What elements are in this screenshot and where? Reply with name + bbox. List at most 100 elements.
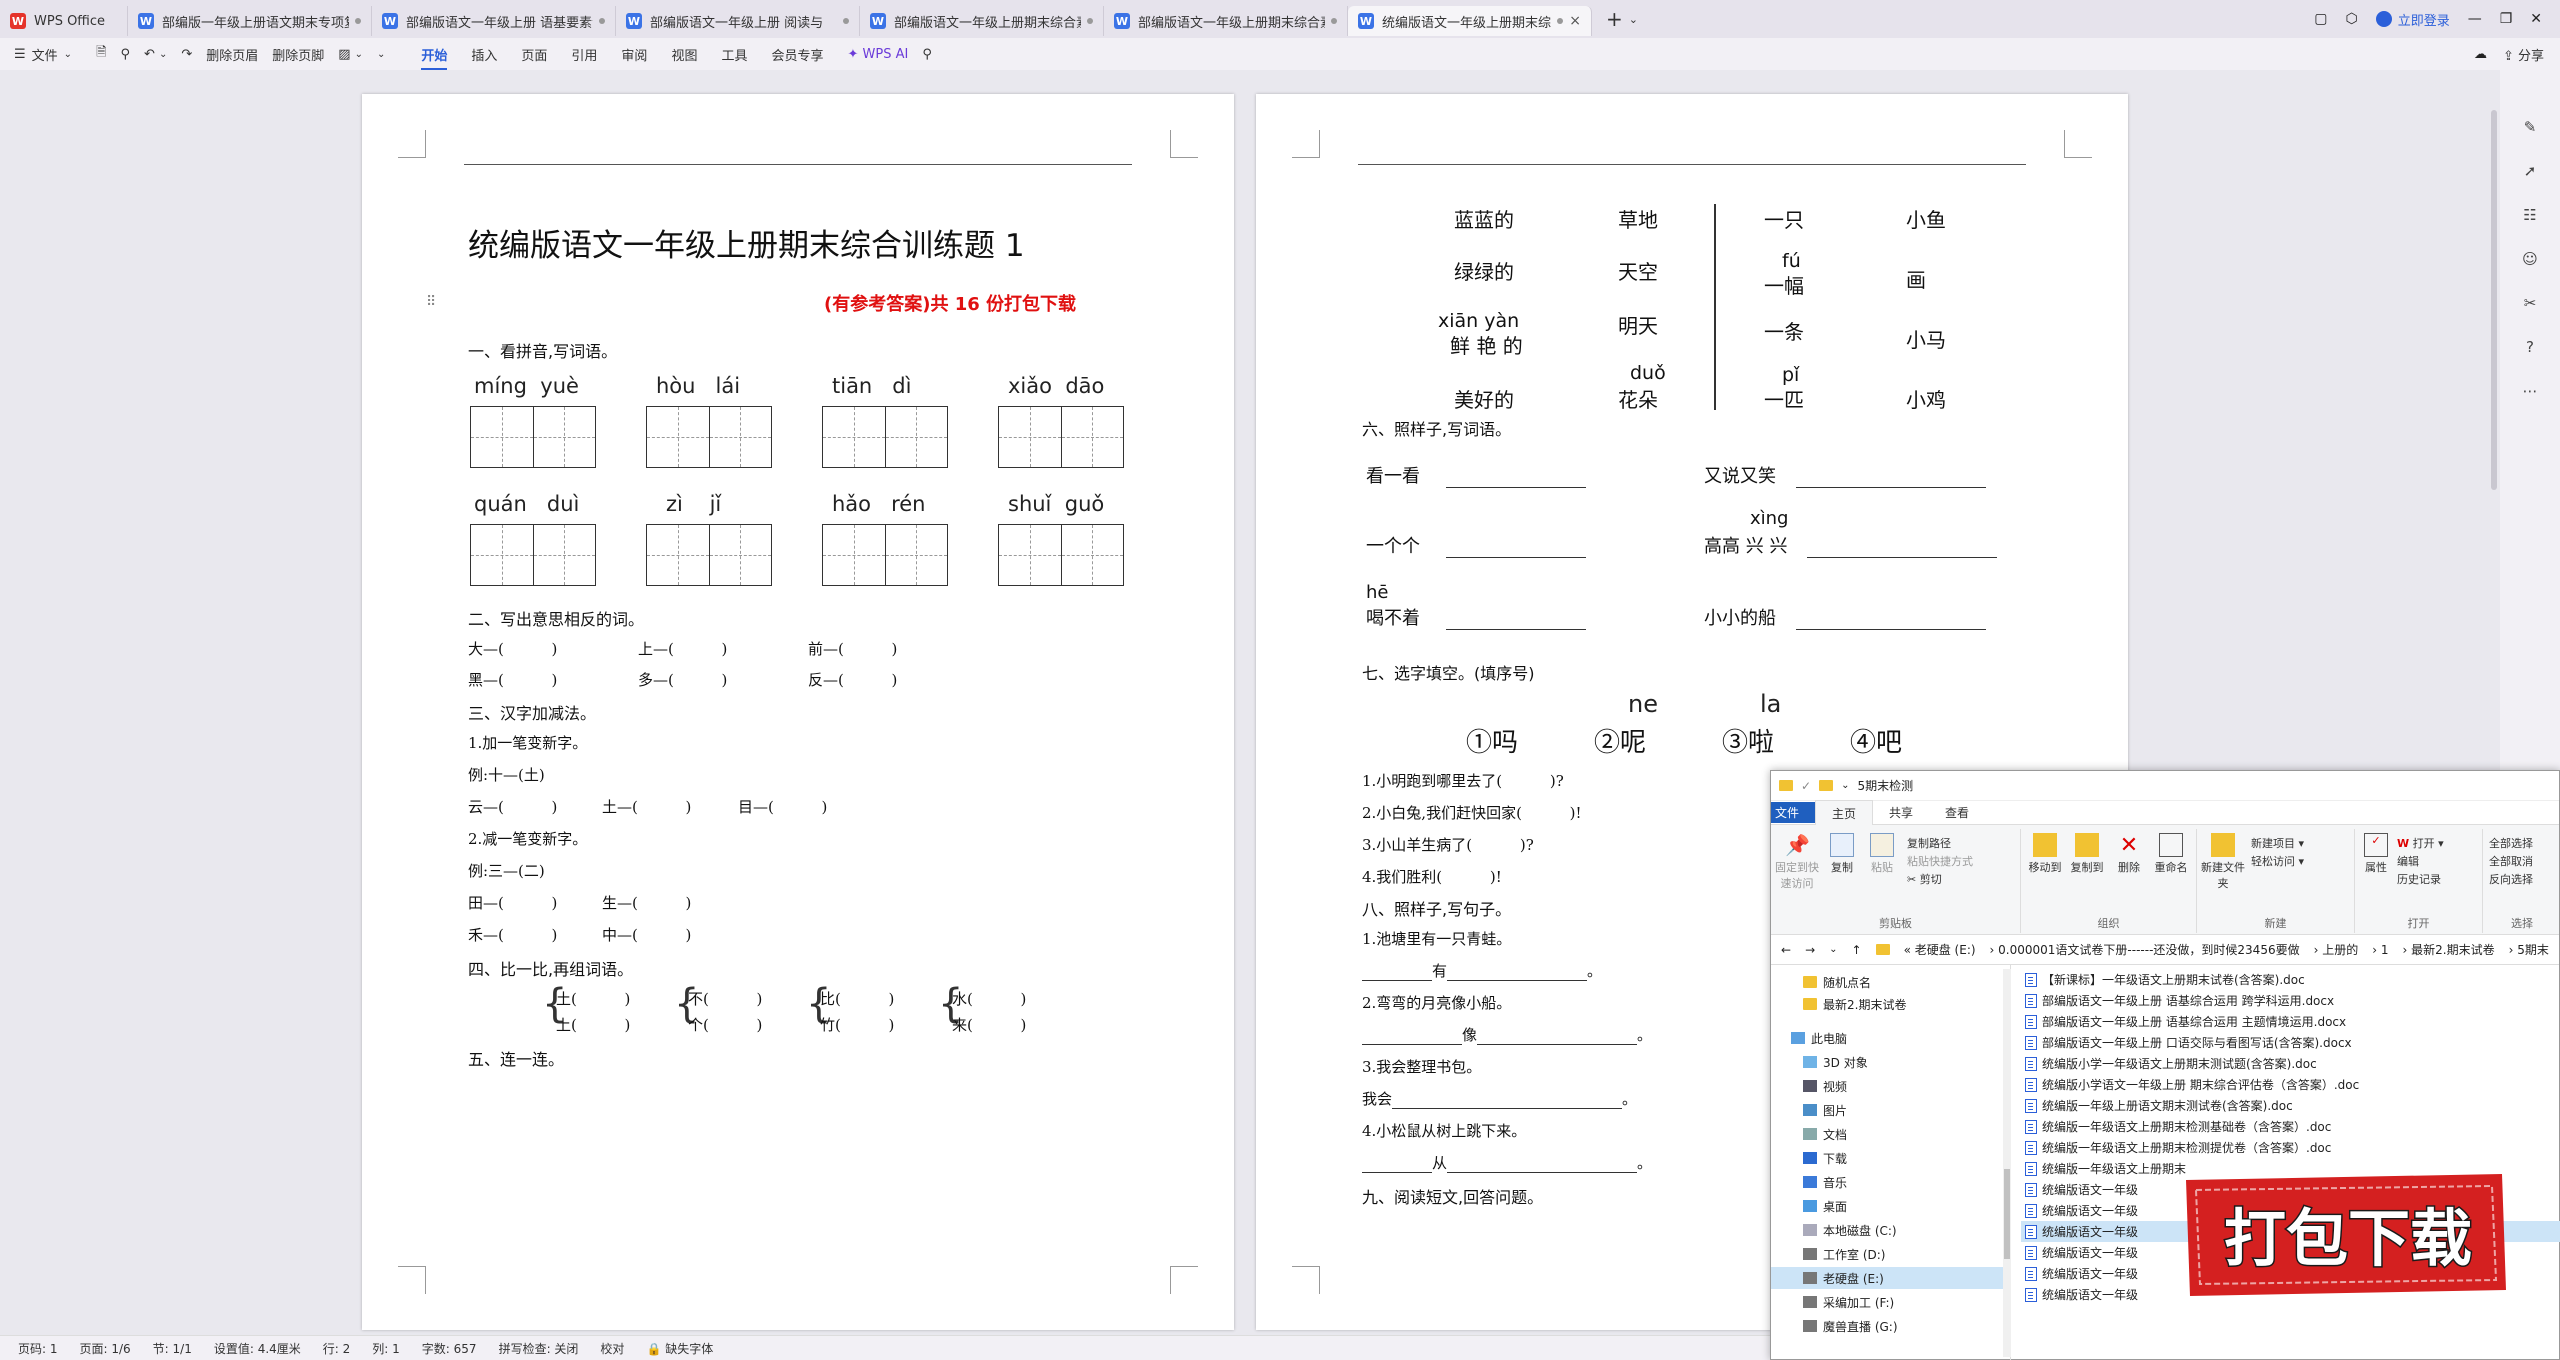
writing-grid[interactable] [646, 524, 772, 586]
status-words[interactable]: 字数: 657 [422, 1340, 477, 1357]
answer-blank[interactable] [1362, 1157, 1432, 1173]
tab-view[interactable]: 视图 [671, 45, 697, 64]
nav-item[interactable]: 随机点名 [1771, 971, 2003, 993]
nav-item-selected[interactable]: 老硬盘 (E:) [1771, 1267, 2003, 1289]
select-all-button[interactable]: 全部选择 [2489, 835, 2533, 851]
address-bar[interactable]: ← → ⌄ ↑ « 老硬盘 (E:) › 0.000001语文试卷下册-----… [1771, 935, 2559, 965]
breadcrumb-item[interactable]: › 0.000001语文试卷下册------还没做，到时候23456要做 [1990, 941, 2300, 958]
paste-shortcut-button[interactable]: 粘贴快捷方式 [1907, 853, 1973, 869]
delete-button[interactable]: ✕ 删除 [2109, 833, 2149, 875]
pen-icon[interactable]: ✎ [2524, 118, 2537, 136]
nav-item[interactable]: 文档 [1771, 1123, 2003, 1145]
tab-member[interactable]: 会员专享 [771, 45, 823, 64]
tab-review[interactable]: 审阅 [621, 45, 647, 64]
new-tab-button[interactable]: + [1606, 7, 1623, 31]
pin-quick-access-button[interactable]: 📌 固定到快速访问 [1775, 833, 1819, 891]
copy-path-button[interactable]: 复制路径 [1907, 835, 1951, 851]
tools-icon[interactable]: ✂ [2524, 294, 2537, 312]
writing-grid[interactable] [822, 406, 948, 468]
chevron-down-icon[interactable]: ⌄ [1629, 13, 1638, 26]
file-item[interactable]: 部编版语文一年级上册 语基综合运用 跨学科运用.docx [2021, 990, 2560, 1011]
nav-item[interactable]: 图片 [1771, 1099, 2003, 1121]
nav-item[interactable]: 本地磁盘 (C:) [1771, 1219, 2003, 1241]
tab-reference[interactable]: 引用 [571, 45, 597, 64]
tab-file[interactable]: 文件 [1771, 802, 1816, 823]
window-layout-icon[interactable]: ▢ [2314, 11, 2327, 27]
scrollbar-thumb[interactable] [2004, 1169, 2010, 1259]
nav-scrollbar[interactable] [2003, 969, 2011, 1357]
nav-item[interactable]: 桌面 [1771, 1195, 2003, 1217]
tab-view[interactable]: 查看 [1929, 800, 1985, 825]
writing-grid[interactable] [470, 524, 596, 586]
breadcrumb-item[interactable]: › 最新2.期末试卷 [2403, 941, 2495, 958]
copy-button[interactable]: 复制 [1825, 833, 1859, 875]
copy-to-button[interactable]: 复制到 [2067, 833, 2107, 875]
delete-header-button[interactable]: 删除页眉 [206, 45, 258, 64]
file-item[interactable]: 统编版小学语文一年级上册 期末综合评估卷（含答案）.doc [2021, 1074, 2560, 1095]
share-button[interactable]: ⇪ 分享 [2503, 45, 2544, 64]
file-item[interactable]: 【新课标】一年级语文上册期末试卷(含答案).doc [2021, 969, 2560, 990]
download-stamp[interactable]: 打包下载 [2180, 1170, 2510, 1300]
scrollbar-thumb[interactable] [2491, 110, 2497, 490]
nav-item-this-pc[interactable]: 此电脑 [1771, 1027, 2003, 1049]
answer-blank[interactable] [1795, 472, 1986, 488]
breadcrumb-item[interactable]: › 5期末 [2509, 941, 2549, 958]
breadcrumb-item[interactable]: « 老硬盘 (E:) [1904, 941, 1976, 958]
tab-document[interactable]: W 部编版一年级上册语文期末专项复 [128, 6, 372, 36]
help-icon[interactable]: ? [2526, 338, 2534, 356]
chevron-down-icon[interactable]: ⌄ [64, 49, 72, 60]
redo-icon[interactable]: ↷ [181, 47, 192, 62]
nav-item[interactable]: 工作室 (D:) [1771, 1243, 2003, 1265]
status-pages[interactable]: 页面: 1/6 [80, 1340, 131, 1357]
chevron-down-icon[interactable]: ⌄ [355, 49, 363, 60]
writing-grid[interactable] [998, 524, 1124, 586]
history-button[interactable]: 历史记录 [2397, 871, 2441, 887]
cloud-sync-icon[interactable]: ☁ [2474, 47, 2487, 62]
answer-blank[interactable] [1445, 614, 1586, 630]
writing-grid[interactable] [822, 524, 948, 586]
cube-icon[interactable]: ⬡ [2345, 11, 2357, 27]
nav-item[interactable]: 视频 [1771, 1075, 2003, 1097]
up-icon[interactable]: ↑ [1852, 943, 1862, 957]
spell-check-toggle[interactable]: 拼写检查: 关闭 [499, 1340, 579, 1357]
file-item[interactable]: 统编版一年级语文上册期末检测基础卷（含答案）.doc [2021, 1116, 2560, 1137]
file-item[interactable]: 部编版语文一年级上册 语基综合运用 主题情境运用.docx [2021, 1011, 2560, 1032]
search-icon[interactable]: ⚲ [922, 47, 932, 62]
breadcrumb-item[interactable]: › 1 [2372, 943, 2388, 957]
delete-footer-button[interactable]: 删除页脚 [272, 45, 324, 64]
writing-grid[interactable] [646, 406, 772, 468]
answer-blank[interactable] [1447, 965, 1588, 981]
nav-item[interactable]: 3D 对象 [1771, 1051, 2003, 1073]
edit-button[interactable]: 编辑 [2397, 853, 2419, 869]
answer-blank[interactable] [1447, 1157, 1638, 1173]
close-tab-icon[interactable]: × [1569, 13, 1581, 29]
image-icon[interactable]: ▨ [338, 47, 350, 62]
forward-icon[interactable]: → [1805, 943, 1815, 957]
nav-item[interactable]: 采编加工 (F:) [1771, 1291, 2003, 1313]
tab-share[interactable]: 共享 [1873, 800, 1929, 825]
writing-grid[interactable] [470, 406, 596, 468]
new-item-button[interactable]: 新建项目 ▾ [2251, 835, 2304, 851]
properties-button[interactable]: ✓ 属性 [2359, 833, 2393, 875]
tab-document-active[interactable]: W 统编版语文一年级上册期末综 × [1348, 6, 1592, 36]
file-item[interactable]: 部编版语文一年级上册 口语交际与看图写话(含答案).docx [2021, 1032, 2560, 1053]
drag-handle-icon[interactable]: ⠿ [426, 294, 436, 310]
proofread-button[interactable]: 校对 [600, 1340, 624, 1357]
file-menu[interactable]: 文件 [32, 45, 58, 64]
tab-document[interactable]: W 部编版语文一年级上册期末综合素质 [860, 6, 1104, 36]
file-item[interactable]: 统编版一年级上册语文期末测试卷(含答案).doc [2021, 1095, 2560, 1116]
answer-blank[interactable] [1362, 965, 1432, 981]
answer-blank[interactable] [1445, 472, 1586, 488]
tab-start[interactable]: 开始 [421, 45, 448, 70]
file-item[interactable]: 统编版一年级语文上册期末检测提优卷（含答案）.doc [2021, 1137, 2560, 1158]
nav-item[interactable]: 音乐 [1771, 1171, 2003, 1193]
properties-icon[interactable]: ✓ [1801, 779, 1811, 793]
tab-document[interactable]: W 部编版语文一年级上册 阅读与 [616, 6, 860, 36]
login-button[interactable]: 立即登录 [2375, 10, 2450, 29]
nav-item[interactable]: 下载 [1771, 1147, 2003, 1169]
restore-icon[interactable]: ❐ [2500, 11, 2513, 27]
nav-item[interactable]: 魔兽直播 (G:) [1771, 1315, 2003, 1337]
answer-blank[interactable] [1445, 542, 1586, 558]
tab-document[interactable]: W 部编版语文一年级上册期末综合素 [1104, 6, 1348, 36]
cut-button[interactable]: ✂ 剪切 [1907, 871, 1942, 887]
